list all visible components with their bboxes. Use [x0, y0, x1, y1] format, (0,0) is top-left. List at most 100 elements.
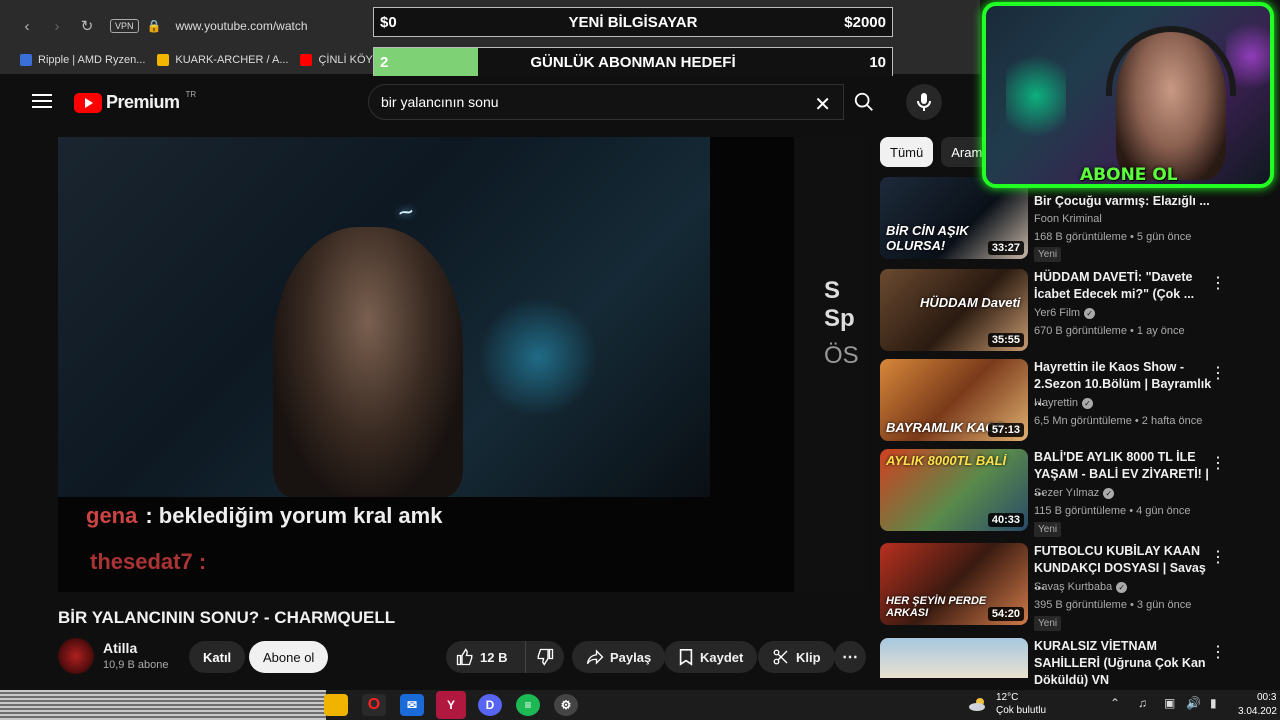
- bookmark-favicon-icon: [20, 54, 32, 66]
- recommendation-meta: 6,5 Mn görüntüleme • 2 hafta önce: [1034, 415, 1203, 427]
- address-bar[interactable]: www.youtube.com/watch: [175, 19, 307, 33]
- search-icon: [854, 92, 873, 111]
- video-side-panel: S Sp ÖS: [794, 137, 866, 592]
- recommendation-meta: 670 B görüntüleme • 1 ay önce: [1034, 325, 1185, 337]
- bookmark-item[interactable]: Ripple | AMD Ryzen...: [20, 54, 145, 66]
- menu-icon[interactable]: [30, 90, 54, 114]
- video-duration: 40:33: [987, 513, 1024, 527]
- more-vertical-icon[interactable]: ⋮: [1210, 642, 1226, 662]
- file-explorer-icon[interactable]: [324, 694, 348, 716]
- dislike-button[interactable]: [526, 641, 564, 673]
- weather-temperature[interactable]: 12°C: [996, 692, 1018, 703]
- recommendation-item[interactable]: BAYRAMLIK KAOS 57:13 Hayrettin ile Kaos …: [880, 359, 1240, 445]
- recommendation-title: Bir Çocuğu varmış: Elazığlı ...: [1034, 194, 1210, 208]
- more-horizontal-icon: ⋯: [842, 649, 858, 666]
- recommendation-item[interactable]: AYLIK 8000TL BALİ 40:33 BALİ'DE AYLIK 80…: [880, 449, 1240, 537]
- youtube-logo[interactable]: Premium TR: [74, 90, 197, 113]
- bookmark-item[interactable]: KUARK-ARCHER / A...: [157, 54, 288, 66]
- like-button[interactable]: 12 B: [446, 641, 526, 673]
- video-thumbnail[interactable]: HÜDDAM Daveti 35:55: [880, 269, 1028, 351]
- thumbnail-caption: BAYRAMLIK KAOS: [886, 420, 1005, 435]
- spotify-icon[interactable]: ≡: [516, 694, 540, 716]
- video-thumbnail[interactable]: BİR CİN AŞIK OLURSA! 33:27: [880, 177, 1028, 259]
- webcam-overlay: [982, 2, 1274, 188]
- new-badge: Yeni: [1034, 616, 1062, 631]
- clock-time[interactable]: 00:3: [1257, 692, 1276, 703]
- battery-icon[interactable]: ▮: [1210, 696, 1217, 710]
- recommendation-item[interactable]: BİR CİN AŞIK OLURSA! 33:27 Bir Çocuğu va…: [880, 177, 1240, 263]
- opera-icon[interactable]: O: [362, 694, 386, 716]
- volume-icon[interactable]: 🔊: [1186, 696, 1201, 710]
- more-vertical-icon[interactable]: ⋮: [1210, 547, 1226, 567]
- recommendation-meta: 115 B görüntüleme • 4 gün önce: [1034, 505, 1191, 517]
- recommendation-channel: Savaş Kurtbaba ✓: [1034, 581, 1128, 593]
- vpn-badge[interactable]: VPN: [110, 19, 139, 33]
- video-title: BİR YALANCININ SONU? - CHARMQUELL: [58, 608, 396, 627]
- video-chat-text: : beklediğim yorum kral amk: [145, 503, 443, 528]
- share-button[interactable]: Paylaş: [572, 641, 666, 673]
- video-chat-line-2: thesedat7 :: [90, 549, 207, 574]
- video-streamer: [273, 227, 463, 497]
- channel-avatar[interactable]: [58, 638, 94, 674]
- channel-name[interactable]: Atilla: [103, 640, 137, 656]
- recommendation-item[interactable]: HER ŞEYİN PERDE ARKASI 54:20 FUTBOLCU KU…: [880, 543, 1240, 631]
- taskbar-search[interactable]: [0, 690, 326, 720]
- more-vertical-icon[interactable]: ⋮: [1210, 363, 1226, 383]
- video-thumbnail[interactable]: AYLIK 8000TL BALİ 40:33: [880, 449, 1028, 531]
- forward-icon[interactable]: ›: [42, 11, 72, 41]
- video-background-light: [478, 297, 598, 417]
- weather-description[interactable]: Çok bulutlu: [996, 705, 1046, 716]
- recommendation-channel: Foon Kriminal: [1034, 213, 1102, 225]
- yandex-browser-icon[interactable]: Y: [436, 691, 466, 719]
- like-dislike-group: 12 B: [446, 641, 564, 673]
- more-vertical-icon[interactable]: ⋮: [1210, 453, 1226, 473]
- webcam-light: [1006, 46, 1066, 146]
- bookmark-icon: [679, 648, 693, 666]
- recommendation-item[interactable]: KURALSIZ VİETNAM SAHİLLERİ (Uğruna Çok K…: [880, 638, 1240, 687]
- channel-name-text: Hayrettin: [1034, 397, 1079, 409]
- mail-icon[interactable]: ✉: [400, 694, 424, 716]
- region-code: TR: [185, 90, 197, 99]
- join-button[interactable]: Katıl: [189, 641, 246, 673]
- save-label: Kaydet: [700, 649, 744, 665]
- verified-icon: ✓: [1103, 488, 1115, 499]
- lock-icon[interactable]: 🔒: [147, 19, 162, 33]
- video-chat-line: gena: beklediğim yorum kral amk: [86, 503, 442, 529]
- video-duration: 57:13: [987, 423, 1024, 437]
- subscriber-goal-target: 10: [869, 53, 886, 71]
- save-button[interactable]: Kaydet: [664, 641, 758, 673]
- microphone-tray-icon[interactable]: ♫: [1138, 696, 1147, 710]
- video-player[interactable]: ~ gena: beklediğim yorum kral amk thesed…: [58, 137, 866, 592]
- clip-button[interactable]: Klip: [758, 641, 835, 673]
- thumbnail-caption: AYLIK 8000TL BALİ: [886, 453, 1007, 468]
- search-input[interactable]: [369, 85, 789, 119]
- video-duration: 35:55: [987, 333, 1024, 347]
- more-vertical-icon[interactable]: ⋮: [1210, 273, 1226, 293]
- search-button[interactable]: [844, 84, 884, 120]
- voice-search-button[interactable]: [906, 84, 942, 120]
- recommendation-title: KURALSIZ VİETNAM SAHİLLERİ (Uğruna Çok K…: [1034, 639, 1206, 687]
- video-thumbnail[interactable]: BAYRAMLIK KAOS 57:13: [880, 359, 1028, 441]
- chip-all[interactable]: Tümü: [880, 137, 934, 167]
- video-duration: 54:20: [987, 607, 1024, 621]
- subscriber-goal-bar: 2 GÜNLÜK ABONMAN HEDEFİ 10: [373, 47, 893, 77]
- reload-icon[interactable]: ↻: [72, 11, 102, 41]
- scissors-icon: [773, 649, 788, 665]
- video-thumbnail[interactable]: HER ŞEYİN PERDE ARKASI 54:20: [880, 543, 1028, 625]
- logo-text: Premium: [106, 92, 180, 112]
- subscribe-button[interactable]: Abone ol: [249, 641, 329, 673]
- clear-search-icon[interactable]: ✕: [814, 92, 831, 117]
- recommendation-meta: 395 B görüntüleme • 3 gün önce: [1034, 599, 1192, 611]
- recommendation-item[interactable]: HÜDDAM Daveti 35:55 HÜDDAM DAVETİ: "Dave…: [880, 269, 1240, 355]
- bookmark-label: KUARK-ARCHER / A...: [175, 54, 289, 66]
- steam-icon[interactable]: ⚙: [554, 694, 578, 716]
- clock-date[interactable]: 3.04.202: [1238, 706, 1277, 717]
- like-count: 12 B: [480, 649, 508, 665]
- thumbs-up-icon: [456, 648, 473, 666]
- video-thumbnail[interactable]: [880, 638, 1028, 678]
- more-actions-button[interactable]: ⋯: [834, 641, 866, 673]
- display-icon[interactable]: ▣: [1164, 696, 1175, 710]
- discord-icon[interactable]: D: [478, 694, 502, 716]
- back-icon[interactable]: ‹: [12, 11, 42, 41]
- chevron-up-icon[interactable]: ⌃: [1110, 696, 1120, 710]
